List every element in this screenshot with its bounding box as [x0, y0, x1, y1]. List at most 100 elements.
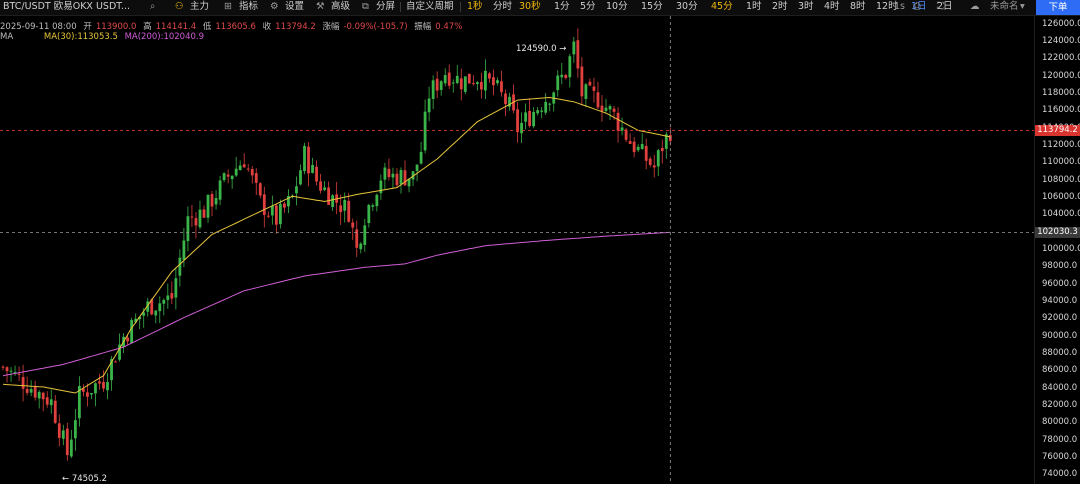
indicators-button[interactable]: 指标 [239, 0, 258, 14]
period-tab-9[interactable]: 1时 [746, 0, 762, 14]
candle-body [65, 428, 69, 456]
candle-body [343, 199, 347, 211]
period-tab-2[interactable]: 30秒 [519, 0, 541, 14]
candle-body [33, 386, 37, 398]
main-chart-icon: ⚇ [175, 1, 184, 12]
period-tab-3[interactable]: 1分 [554, 0, 570, 14]
candle-body [49, 399, 53, 406]
candle-body [295, 186, 298, 194]
candle-body [45, 397, 49, 405]
candle-body [254, 173, 258, 183]
candle-body [443, 75, 447, 84]
candle-body [419, 151, 423, 164]
cloud-icon[interactable]: ☁ [970, 0, 980, 14]
candle-body [644, 146, 648, 161]
period-tab-13[interactable]: 8时 [850, 0, 866, 14]
candle-body [455, 75, 459, 84]
candle-body [656, 150, 660, 167]
candle-body [327, 187, 331, 205]
candle-body [347, 200, 351, 222]
candle-body [588, 81, 592, 86]
candle-body [463, 76, 467, 92]
period-tab-5[interactable]: 10分 [606, 0, 628, 14]
candle-body [29, 389, 33, 393]
period-tab-1[interactable]: 分时 [493, 0, 512, 14]
advanced-button[interactable]: 高级 [331, 0, 350, 14]
candle-body [339, 205, 343, 212]
candle-body [86, 392, 89, 397]
period-tab-4[interactable]: 5分 [580, 0, 596, 14]
close-label: 收 [262, 22, 272, 32]
candle-body [170, 293, 174, 299]
price-tick-14: 98000.0 [1042, 261, 1078, 272]
amplitude-value: 0.47% [435, 22, 463, 32]
price-tick-9: 108000.0 [1042, 174, 1080, 185]
indicator-icon: ⊞ [224, 1, 232, 12]
camera-icon[interactable]: ⎙ [913, 0, 921, 14]
candle-body [496, 80, 499, 84]
period-tab-7[interactable]: 30分 [676, 0, 698, 14]
candle-body [564, 74, 568, 79]
price-tick-23: 80000.0 [1042, 417, 1078, 428]
candlestick-chart[interactable] [0, 16, 1034, 484]
candle-body [528, 110, 532, 126]
candle-body [114, 361, 117, 363]
ma-label: MA [0, 32, 14, 42]
crosshair-price-tag: 102030.3 [1035, 226, 1080, 238]
price-tick-4: 118000.0 [1042, 88, 1080, 98]
main-button[interactable]: 主力 [190, 0, 209, 14]
low-value: 113605.6 [215, 22, 256, 32]
candle-body [311, 164, 314, 173]
custom-period-button[interactable]: 自定义周期 [406, 0, 454, 14]
candle-body [371, 205, 375, 207]
candle-body [592, 86, 596, 91]
ma200-line [2, 231, 671, 377]
candle-body [375, 194, 379, 207]
candle-body [278, 203, 282, 225]
candle-body [53, 400, 57, 423]
candle-body [580, 66, 584, 97]
refresh-interval-button[interactable]: 1s [894, 0, 905, 14]
candle-body [576, 40, 580, 69]
period-tab-0[interactable]: 1秒 [467, 0, 483, 14]
candle-body [1, 366, 5, 368]
toolbar-divider [400, 2, 401, 12]
settings-button[interactable]: 设置 [285, 0, 304, 14]
candle-body [230, 175, 234, 180]
account-selector[interactable]: 未命名 [990, 0, 1019, 14]
candle-body [270, 205, 274, 216]
period-tab-11[interactable]: 3时 [798, 0, 814, 14]
candle-body [451, 82, 455, 84]
candle-body [608, 106, 612, 110]
fullscreen-icon[interactable]: ⛶ [937, 0, 944, 14]
candle-body [548, 103, 552, 105]
candle-body [234, 168, 238, 176]
period-tab-12[interactable]: 4时 [824, 0, 840, 14]
candle-body [387, 168, 391, 178]
candle-body [274, 205, 278, 225]
period-tab-10[interactable]: 2时 [772, 0, 788, 14]
candle-body [383, 167, 387, 180]
symbol-selector[interactable]: BTC/USDT 欧易OKX USDT... [3, 0, 130, 14]
candle-body [319, 181, 322, 191]
candle-body [307, 146, 310, 174]
candle-body [315, 166, 318, 182]
chevron-down-icon[interactable]: ▾ [1020, 0, 1025, 14]
ma-info: MA MA(30):113053.5 MA(200):102040.9 [0, 32, 208, 42]
candle-body [351, 222, 355, 228]
order-button[interactable]: 下单 [1036, 0, 1080, 15]
candle-body [367, 204, 371, 224]
price-tick-21: 84000.0 [1042, 382, 1078, 393]
candle-body [536, 110, 540, 114]
candle-body [488, 73, 491, 79]
price-tick-8: 110000.0 [1042, 157, 1080, 168]
candle-body [186, 216, 190, 242]
candle-body [612, 108, 616, 112]
candle-body [242, 164, 246, 168]
open-value: 113900.0 [95, 22, 137, 32]
search-icon[interactable]: ⌕ [150, 0, 155, 14]
split-screen-button[interactable]: 分屏 [376, 0, 395, 14]
period-tab-8[interactable]: 45分 [711, 0, 733, 14]
candle-body [640, 144, 644, 149]
period-tab-6[interactable]: 15分 [641, 0, 663, 14]
